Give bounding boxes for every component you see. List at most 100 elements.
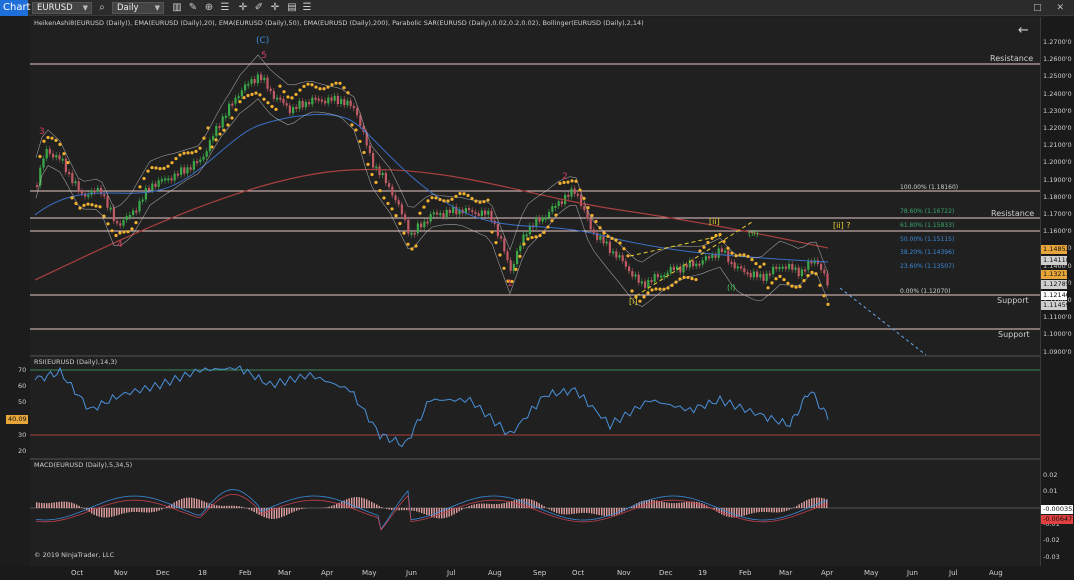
macd-bar bbox=[376, 504, 378, 508]
macd-bar bbox=[578, 508, 580, 514]
sar-dot bbox=[746, 254, 750, 259]
candle bbox=[445, 209, 448, 218]
sar-dot bbox=[538, 233, 542, 238]
macd-bar bbox=[813, 497, 815, 508]
candle bbox=[333, 95, 336, 101]
candle bbox=[74, 181, 77, 184]
candle bbox=[708, 256, 711, 259]
macd-bar bbox=[506, 502, 508, 508]
candle bbox=[356, 108, 359, 116]
macd-bar bbox=[406, 508, 408, 511]
candle bbox=[186, 167, 189, 174]
macd-bar bbox=[796, 505, 798, 508]
sar-dot bbox=[342, 86, 346, 90]
macd-bar bbox=[576, 508, 578, 514]
candle bbox=[820, 263, 823, 270]
sar-dot bbox=[210, 145, 214, 149]
macd-bar bbox=[403, 508, 405, 511]
macd-bar bbox=[298, 508, 300, 510]
price-axis-tick: 1.2500'0 bbox=[1043, 72, 1072, 81]
macd-bar bbox=[161, 508, 163, 510]
macd-bar bbox=[326, 507, 328, 508]
macd-bar bbox=[183, 498, 185, 508]
macd-bar bbox=[103, 508, 105, 518]
sar-dot bbox=[694, 277, 698, 282]
sar-dot bbox=[630, 289, 634, 293]
candle bbox=[496, 223, 499, 237]
candle bbox=[448, 209, 451, 213]
macd-bar bbox=[133, 508, 135, 512]
macd-bar bbox=[238, 506, 240, 508]
candle bbox=[477, 213, 480, 216]
candle bbox=[208, 140, 211, 152]
sar-dot bbox=[790, 284, 794, 288]
candle bbox=[599, 236, 602, 240]
sar-dot bbox=[226, 123, 230, 127]
macd-bar bbox=[96, 508, 98, 516]
macd-bar bbox=[473, 504, 475, 508]
sar-dot bbox=[106, 222, 110, 226]
candle bbox=[519, 245, 522, 251]
macd-bar bbox=[591, 508, 593, 514]
sar-dot bbox=[330, 83, 334, 87]
macd-tag: -0.00647 bbox=[1041, 515, 1073, 524]
candle bbox=[301, 101, 304, 108]
sar-dot bbox=[646, 291, 650, 295]
candle bbox=[298, 101, 301, 109]
macd-bar bbox=[43, 503, 45, 508]
back-arrow-icon[interactable]: ← bbox=[1018, 23, 1029, 38]
sar-dot bbox=[146, 169, 150, 173]
candle bbox=[272, 90, 275, 99]
candle bbox=[285, 103, 288, 106]
sar-dot bbox=[446, 199, 450, 203]
sar-dot bbox=[150, 166, 154, 170]
sar-dot bbox=[262, 97, 266, 101]
candle bbox=[592, 229, 595, 233]
rsi-axis-tick: 30 bbox=[18, 430, 27, 439]
candle bbox=[103, 194, 106, 197]
sar-dot bbox=[558, 181, 562, 185]
candle bbox=[551, 206, 554, 212]
candle bbox=[234, 97, 237, 104]
sar-dot bbox=[482, 200, 486, 204]
candle bbox=[282, 98, 285, 104]
candle bbox=[506, 251, 509, 261]
candle bbox=[544, 217, 547, 220]
macd-bar bbox=[493, 504, 495, 508]
candle bbox=[685, 264, 688, 268]
sar-dot bbox=[518, 254, 522, 258]
candle bbox=[45, 149, 48, 159]
macd-bar bbox=[63, 501, 65, 508]
macd-bar bbox=[601, 508, 603, 516]
macd-bar bbox=[371, 501, 373, 508]
sar-dot bbox=[366, 162, 370, 167]
macd-bar bbox=[186, 497, 188, 508]
candle bbox=[631, 271, 634, 277]
candle bbox=[554, 205, 557, 208]
price-axis-tick: 1.2700'0 bbox=[1043, 38, 1072, 46]
sar-dot bbox=[54, 138, 58, 142]
macd-bar bbox=[363, 498, 365, 508]
candle bbox=[487, 210, 490, 215]
macd-bar bbox=[296, 508, 298, 511]
macd-bar bbox=[181, 498, 183, 508]
time-axis-tick: May bbox=[362, 569, 377, 577]
sar-dot bbox=[386, 201, 390, 206]
macd-bar bbox=[661, 501, 663, 508]
macd-bar bbox=[786, 508, 788, 511]
macd-bar bbox=[153, 508, 155, 512]
macd-bar bbox=[301, 508, 303, 510]
sar-dot bbox=[578, 188, 582, 192]
macd-bar bbox=[798, 504, 800, 508]
sar-dot bbox=[726, 246, 730, 250]
time-axis-tick: Nov bbox=[617, 569, 631, 577]
candle bbox=[768, 273, 771, 276]
macd-bar bbox=[571, 508, 573, 515]
candle bbox=[135, 210, 138, 213]
macd-bar bbox=[653, 500, 655, 508]
sar-dot bbox=[66, 160, 70, 165]
sar-dot bbox=[202, 136, 206, 140]
macd-bar bbox=[761, 508, 763, 512]
candle bbox=[816, 260, 819, 264]
macd-bar bbox=[753, 508, 755, 513]
